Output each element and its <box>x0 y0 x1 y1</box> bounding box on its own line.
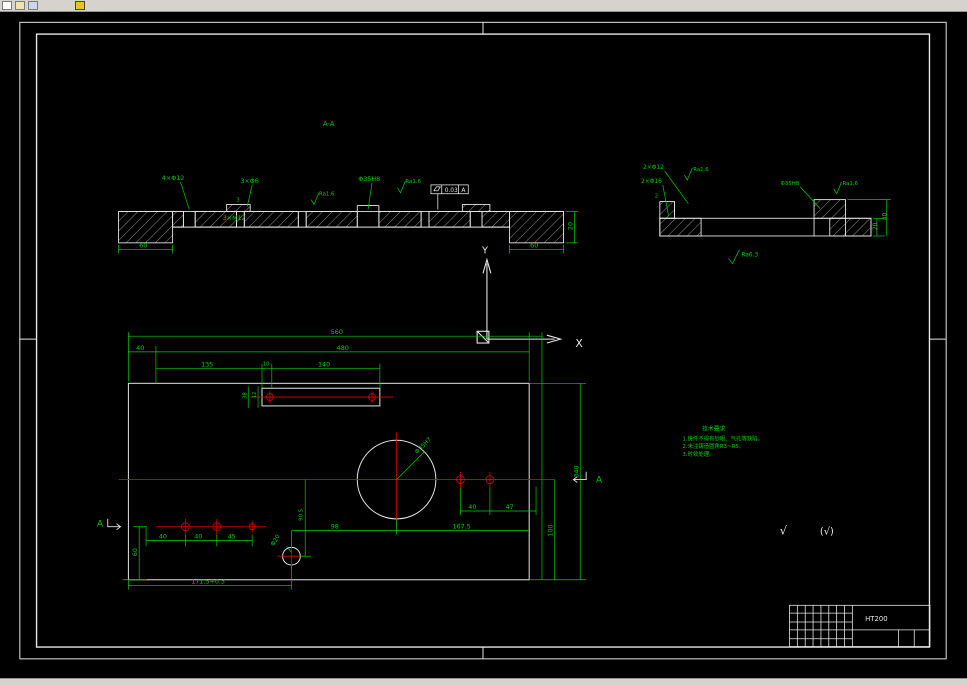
section-right-view: 2×Φ12 2×Φ16 Φ35H8 Ra1.6 Ra1.6 Ra6.3 20 4… <box>641 165 891 265</box>
drawing-canvas[interactable]: A-A 4×Φ12 3×Φ6 3×M12 Φ35H8 Ra1.6 Ra1.6 3… <box>0 12 967 678</box>
dim-40-bl1: 40 <box>159 533 167 541</box>
dim-60-left-v: 60 <box>131 548 139 556</box>
app-icon[interactable] <box>75 1 85 10</box>
cad-drawing: A-A 4×Φ12 3×Φ6 3×M12 Φ35H8 Ra1.6 Ra1.6 3… <box>19 21 947 660</box>
section-aa-hatch <box>118 204 564 244</box>
dim-45: 45 <box>228 533 236 541</box>
dim-40-top: 40 <box>136 344 144 352</box>
note-1: 1.铸件不得有砂眼、气孔等缺陷。 <box>682 434 763 442</box>
finish-bracket-icon: (√) <box>820 527 834 538</box>
dim-3xd6: 3×Φ6 <box>240 177 258 185</box>
roughness-ra16-c: Ra1.6 <box>693 167 709 173</box>
section-right-hatch <box>659 199 872 237</box>
cad-application-window: A-A 4×Φ12 3×Φ6 3×M12 Φ35H8 Ra1.6 Ra1.6 3… <box>0 0 967 686</box>
plan-dim-lines <box>122 332 587 590</box>
dim-small3: 3 <box>236 198 239 204</box>
section-aa-view: A-A 4×Φ12 3×Φ6 3×M12 Φ35H8 Ra1.6 Ra1.6 3… <box>118 120 579 254</box>
status-strip <box>0 678 967 686</box>
plan-view: 560 40 480 135 10 140 38 12 Φ35H7 40 47 … <box>97 328 602 590</box>
toolbar <box>0 0 967 12</box>
dim-4xd12: 4×Φ12 <box>162 174 185 182</box>
tolerance-value: 0.03 <box>445 188 458 194</box>
sheet-border <box>19 21 947 660</box>
dim-40-bl2: 40 <box>194 533 202 541</box>
dim-2xd12: 2×Φ12 <box>643 165 664 171</box>
dim-560: 560 <box>331 328 343 336</box>
dim-171-5: 171.5+0.3 <box>191 578 225 586</box>
flatness-symbol-icon <box>433 186 441 192</box>
plan-dim-text: 560 40 480 135 10 140 38 12 Φ35H7 40 47 … <box>97 328 602 586</box>
finish-check-icon: √ <box>780 524 788 538</box>
dim-d20: Φ20 <box>270 534 281 548</box>
plan-centerlines <box>118 391 555 570</box>
tolerance-datum: A <box>461 188 465 194</box>
dim-20-right: 20 <box>566 222 574 230</box>
dim-2xd16: 2×Φ16 <box>641 179 662 185</box>
ucs-y-label: Y <box>481 246 489 257</box>
plan-outline <box>127 382 530 581</box>
roughness-ra16-d: Ra1.6 <box>843 181 859 187</box>
technical-notes: 技术要求 1.铸件不得有砂眼、气孔等缺陷。 2.未注铸造圆角R3~R5。 3.时… <box>682 424 763 458</box>
dim-47: 47 <box>506 503 514 511</box>
dim-40-right: 40 <box>468 503 476 511</box>
dim-98: 98 <box>331 523 339 531</box>
section-letter-left: A <box>97 520 103 530</box>
note-2: 2.未注铸造圆角R3~R5。 <box>682 442 744 450</box>
new-file-icon[interactable] <box>2 1 12 10</box>
dim-20-rs: 20 <box>873 222 879 230</box>
dim-135: 135 <box>201 361 213 369</box>
dim-12: 12 <box>252 392 258 398</box>
save-icon[interactable] <box>28 1 38 10</box>
surface-finish-marks: √ (√) <box>780 524 834 538</box>
dim-2-rs: 2 <box>655 194 658 200</box>
section-aa-title: A-A <box>323 120 335 128</box>
dim-d35-right: Φ35H8 <box>781 181 800 187</box>
section-arrows <box>107 471 587 531</box>
dim-d35h8: Φ35H8 <box>358 175 380 183</box>
notes-title: 技术要求 <box>702 424 726 432</box>
section-right-dim-text: 2×Φ12 2×Φ16 Φ35H8 Ra1.6 Ra1.6 Ra6.3 20 4… <box>641 165 889 258</box>
dim-90-5: 90.5 <box>298 509 304 521</box>
dim-140: 140 <box>318 361 330 369</box>
dim-340: 340 <box>572 465 580 477</box>
ucs-icon: Y X <box>476 246 583 350</box>
open-folder-icon[interactable] <box>15 1 25 10</box>
dim-100: 100 <box>547 524 555 536</box>
dim-60-right: 60 <box>530 242 538 250</box>
title-block: HT200 <box>789 604 931 647</box>
roughness-ra16-a: Ra1.6 <box>319 192 335 198</box>
dim-167-5: 167.5 <box>453 523 471 531</box>
section-letter-right: A <box>596 476 602 486</box>
roughness-ra16-b: Ra1.6 <box>405 179 421 185</box>
note-3: 3.时效处理。 <box>682 450 714 458</box>
ucs-x-label: X <box>575 337 583 350</box>
roughness-ra63: Ra6.3 <box>741 253 758 259</box>
material-label: HT200 <box>865 615 887 623</box>
dim-40-rs: 40 <box>883 213 889 221</box>
dim-38: 38 <box>242 392 248 399</box>
dim-3xm12: 3×M12 <box>223 214 246 222</box>
dim-60-left: 60 <box>139 242 147 250</box>
dim-10: 10 <box>263 362 269 368</box>
dim-480: 480 <box>337 344 349 352</box>
